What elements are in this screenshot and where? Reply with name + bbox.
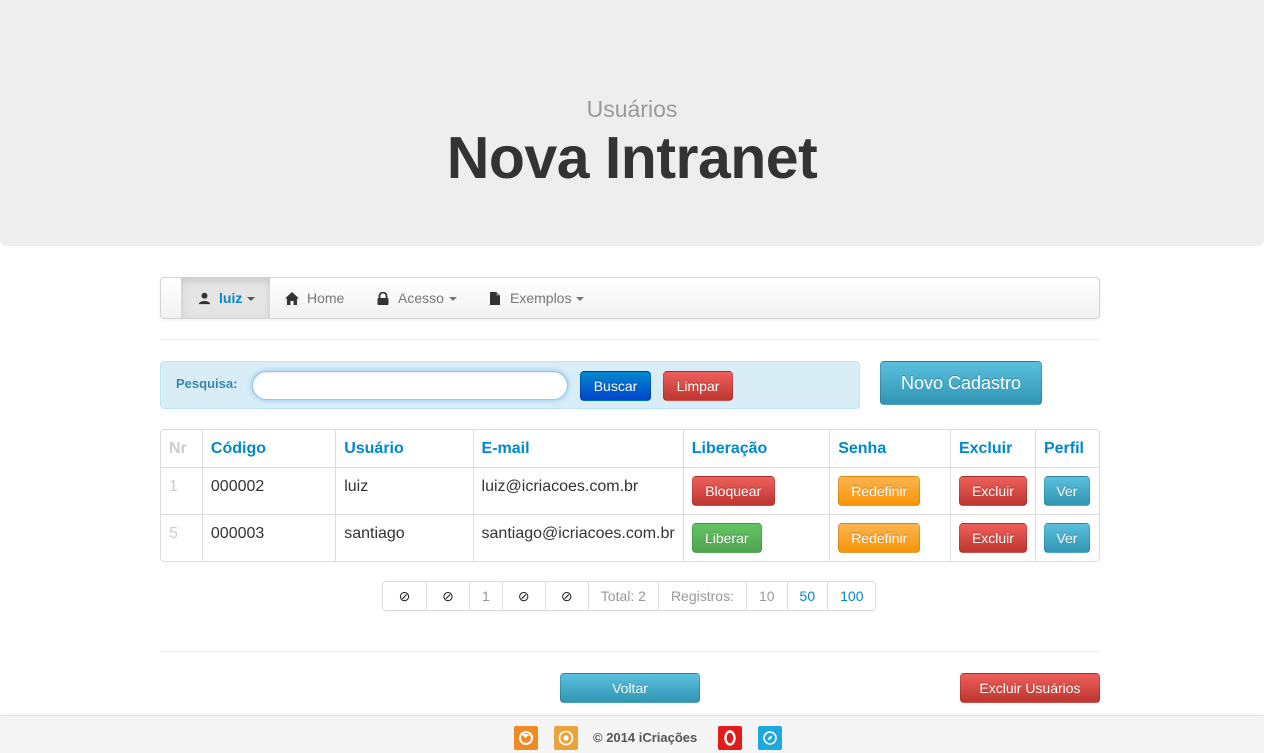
page-size-50[interactable]: 50 [786,582,828,610]
ver-button[interactable]: Ver [1043,476,1090,506]
cell-perfil: Ver [1034,514,1099,561]
column-header-liberacao: Liberação [682,430,829,467]
excluir-button[interactable]: Excluir [958,476,1027,506]
first-page-button[interactable]: ⊘ [383,582,426,610]
chevron-down-icon [448,296,457,301]
file-icon [488,291,502,305]
ver-button[interactable]: Ver [1043,523,1090,553]
nav-home[interactable]: Home [285,278,344,318]
cell-excluir: Excluir [949,467,1035,514]
nav-home-label: Home [307,290,345,306]
column-header-perfil: Perfil [1034,430,1099,467]
nav-exemplos[interactable]: Exemplos [488,278,585,318]
page-size-10: 10 [745,582,787,610]
current-page: 1 [469,582,502,610]
cell-liberacao: Liberar [682,514,830,561]
prev-page-button[interactable]: ⊘ [426,582,469,610]
cell-codigo: 000003 [201,514,336,561]
ban-icon: ⊘ [398,587,411,604]
page-size-100[interactable]: 100 [827,582,875,610]
nav-acesso-label: Acesso [398,290,444,306]
page-subtitle: Usuários [586,96,678,122]
search-label: Pesquisa: [176,376,238,391]
home-icon [285,291,299,305]
cell-email: luiz@icriacoes.com.br [472,467,683,514]
cell-usuario: luiz [335,467,473,514]
ban-icon: ⊘ [517,587,530,604]
total-count: Total: 2 [587,582,658,610]
limpar-button[interactable]: Limpar [663,371,733,401]
chrome-icon[interactable] [554,726,578,750]
voltar-button[interactable]: Voltar [560,673,700,703]
nav-user-label: luiz [219,290,243,306]
redefinir-button[interactable]: Redefinir [838,476,921,506]
search-input[interactable] [252,371,568,400]
liberar-button[interactable]: Liberar [691,523,762,553]
users-table: Nr Código Usuário E-mail Liberação Senha… [160,429,1100,562]
nav-exemplos-label: Exemplos [510,290,572,306]
next-page-button[interactable]: ⊘ [501,582,545,610]
pagination: ⊘ ⊘ 1 ⊘ ⊘ Total: 2 Registros: 10 50 100 [382,581,877,611]
cell-nr: 1 [161,467,202,514]
cell-usuario: santiago [335,514,473,561]
opera-icon[interactable] [718,726,742,750]
page-title: Nova Intranet [446,125,818,191]
buscar-button[interactable]: Buscar [580,371,651,401]
lock-icon [376,291,390,305]
table-row: 5 000003 santiago santiago@icriacoes.com… [161,514,1099,561]
column-header-codigo[interactable]: Código [201,430,335,467]
page-header: Usuários Nova Intranet [0,0,1264,246]
cell-senha: Redefinir [829,514,950,561]
ban-icon: ⊘ [442,587,454,604]
cell-senha: Redefinir [829,467,950,514]
ban-icon: ⊘ [560,587,573,604]
column-header-email[interactable]: E-mail [472,430,683,467]
user-icon [197,291,211,305]
navbar: luiz Home Acesso Exemplos [160,277,1100,319]
cell-nr: 5 [161,514,202,561]
table-row: 1 000002 luiz luiz@icriacoes.com.br Bloq… [161,467,1099,514]
cell-perfil: Ver [1034,467,1099,514]
firefox-icon[interactable] [514,726,538,750]
chevron-down-icon [576,296,585,301]
redefinir-button[interactable]: Redefinir [838,523,921,553]
cell-email: santiago@icriacoes.com.br [472,514,683,561]
copyright-text: © 2014 iCriações [593,730,698,745]
column-header-senha: Senha [829,430,950,467]
cell-excluir: Excluir [949,514,1035,561]
nav-user-menu[interactable]: luiz [181,278,270,318]
bloquear-button[interactable]: Bloquear [691,476,775,506]
divider [160,339,1100,340]
last-page-button[interactable]: ⊘ [544,582,588,610]
chevron-down-icon [247,296,256,301]
table-header-row: Nr Código Usuário E-mail Liberação Senha… [161,430,1099,467]
excluir-button[interactable]: Excluir [958,523,1027,553]
registros-label: Registros: [657,582,746,610]
column-header-excluir: Excluir [949,430,1035,467]
column-header-usuario[interactable]: Usuário [335,430,472,467]
footer: © 2014 iCriações [0,715,1264,753]
search-bar: Pesquisa: Buscar Limpar [160,361,860,409]
cell-liberacao: Bloquear [682,467,830,514]
novo-cadastro-button[interactable]: Novo Cadastro [880,361,1042,405]
safari-icon[interactable] [758,726,782,750]
divider [160,651,1100,652]
cell-codigo: 000002 [201,467,336,514]
excluir-usuarios-button[interactable]: Excluir Usuários [960,673,1100,703]
column-header-nr: Nr [169,440,187,457]
nav-acesso[interactable]: Acesso [376,278,457,318]
